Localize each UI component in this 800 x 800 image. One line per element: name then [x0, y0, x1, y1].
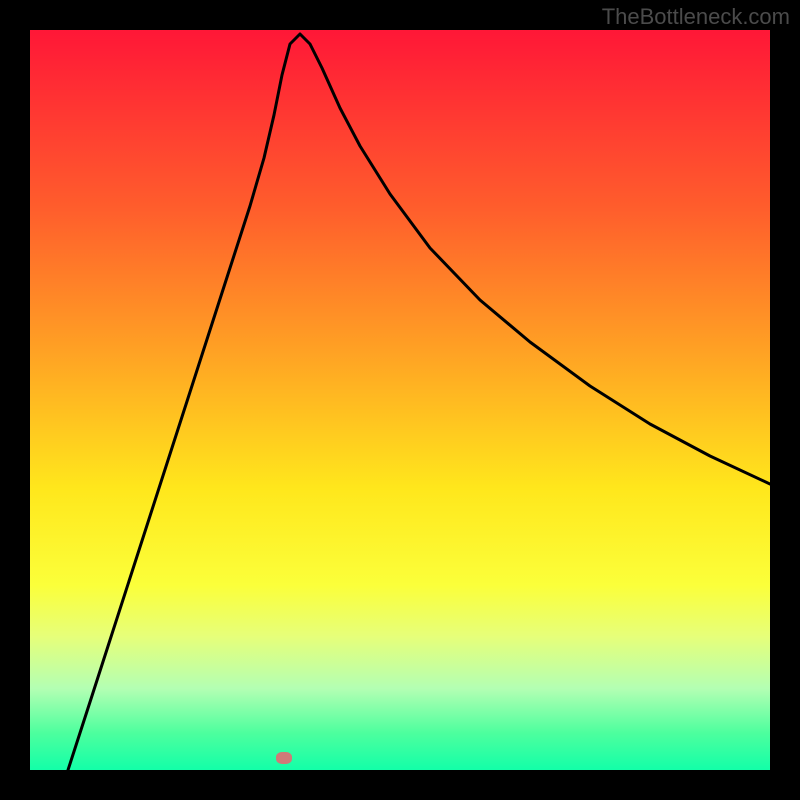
watermark-text: TheBottleneck.com	[602, 4, 790, 30]
plot-area	[30, 30, 770, 770]
curve-svg	[30, 30, 770, 770]
min-marker	[276, 752, 292, 764]
curve-path	[68, 34, 770, 770]
chart-container: TheBottleneck.com	[0, 0, 800, 800]
